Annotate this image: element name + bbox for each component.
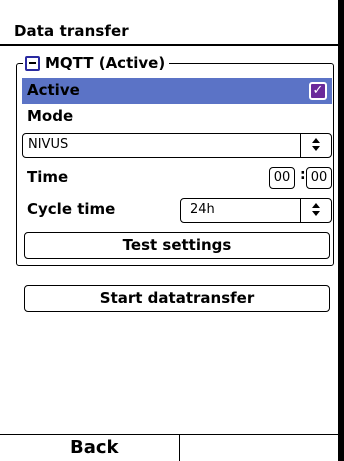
active-row[interactable]: Active ✓ (22, 78, 332, 104)
device-screen: Data transfer MQTT (Active) Active ✓ Mod… (0, 0, 344, 461)
start-datatransfer-button[interactable]: Start datatransfer (24, 285, 330, 312)
softkey-bar: Back (0, 434, 338, 461)
test-settings-button[interactable]: Test settings (24, 232, 330, 259)
cycle-time-label: Cycle time (27, 200, 116, 218)
mqtt-group-title: MQTT (Active) (45, 54, 166, 72)
right-softkey[interactable] (181, 435, 338, 461)
up-down-spinner-icon[interactable] (300, 199, 331, 222)
up-down-spinner-icon[interactable] (300, 134, 331, 157)
minus-square-icon[interactable] (25, 55, 40, 71)
cycle-time-value: 24h (190, 202, 215, 217)
cycle-time-select[interactable]: 24h (180, 198, 332, 223)
active-label: Active (27, 81, 80, 99)
mode-row: Mode (22, 104, 332, 130)
time-hours-field[interactable]: 00 (269, 167, 295, 189)
time-label: Time (27, 168, 69, 186)
back-softkey-label: Back (70, 437, 119, 458)
time-separator: : (300, 167, 306, 183)
checkmark-icon: ✓ (312, 83, 324, 98)
active-checkbox[interactable]: ✓ (309, 82, 327, 100)
mode-select-value: NIVUS (28, 137, 69, 152)
mode-select[interactable]: NIVUS (22, 133, 332, 158)
time-minutes-field[interactable]: 00 (306, 167, 332, 189)
back-softkey[interactable]: Back (0, 435, 180, 461)
page-title: Data transfer (14, 22, 129, 40)
title-bar: Data transfer (0, 20, 338, 46)
mqtt-group-header[interactable]: MQTT (Active) (23, 50, 170, 76)
mode-label: Mode (27, 107, 74, 125)
